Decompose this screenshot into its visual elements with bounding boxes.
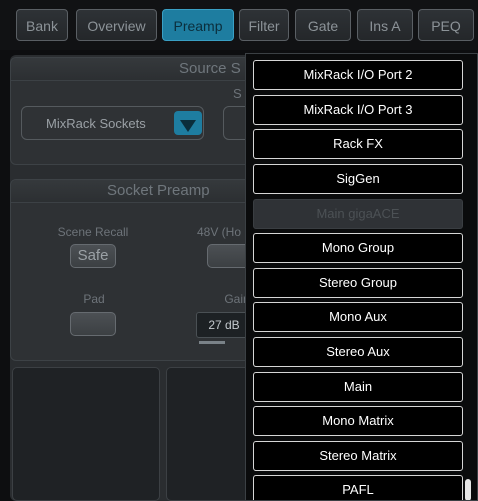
scene-recall-label: Scene Recall [57,225,129,239]
tab-ins-a[interactable]: Ins A [357,9,413,41]
tab-overview[interactable]: Overview [76,9,157,41]
gain-value-field[interactable]: 27 dB [196,312,252,338]
option-mixrack-io-port-2[interactable]: MixRack I/O Port 2 [253,60,463,90]
option-siggen[interactable]: SigGen [253,164,463,194]
chevron-down-icon[interactable] [174,111,202,135]
option-stereo-matrix[interactable]: Stereo Matrix [253,441,463,471]
option-mono-matrix[interactable]: Mono Matrix [253,406,463,436]
option-mixrack-io-port-3[interactable]: MixRack I/O Port 3 [253,95,463,125]
source-select[interactable]: MixRack Sockets [21,106,204,140]
source-select-value: MixRack Sockets [46,116,146,131]
safe-button[interactable]: Safe [70,244,116,268]
dropdown-scrollbar-track[interactable] [466,60,472,500]
tab-bar: Bank Overview Preamp Filter Gate Ins A P… [0,0,478,50]
lower-left-box [12,367,160,501]
option-main-gigaace: Main gigaACE [253,199,463,229]
tab-bank[interactable]: Bank [16,9,68,41]
option-stereo-group[interactable]: Stereo Group [253,268,463,298]
lower-middle-box [166,367,256,501]
gain-meter [199,341,225,344]
option-rack-fx[interactable]: Rack FX [253,129,463,159]
tab-gate[interactable]: Gate [295,9,351,41]
source-dropdown-list[interactable]: MixRack I/O Port 2 MixRack I/O Port 3 Ra… [245,53,478,501]
source-sub-label: S [233,86,242,101]
option-main[interactable]: Main [253,372,463,402]
option-mono-aux[interactable]: Mono Aux [253,302,463,332]
tab-preamp[interactable]: Preamp [162,9,234,41]
option-pafl[interactable]: PAFL [253,475,463,500]
pad-label: Pad [83,292,105,306]
pad-button[interactable] [70,312,116,336]
option-mono-group[interactable]: Mono Group [253,233,463,263]
option-stereo-aux[interactable]: Stereo Aux [253,337,463,367]
dropdown-scrollbar-thumb[interactable] [465,479,471,500]
tab-peq[interactable]: PEQ [418,9,474,41]
tab-filter[interactable]: Filter [239,9,289,41]
